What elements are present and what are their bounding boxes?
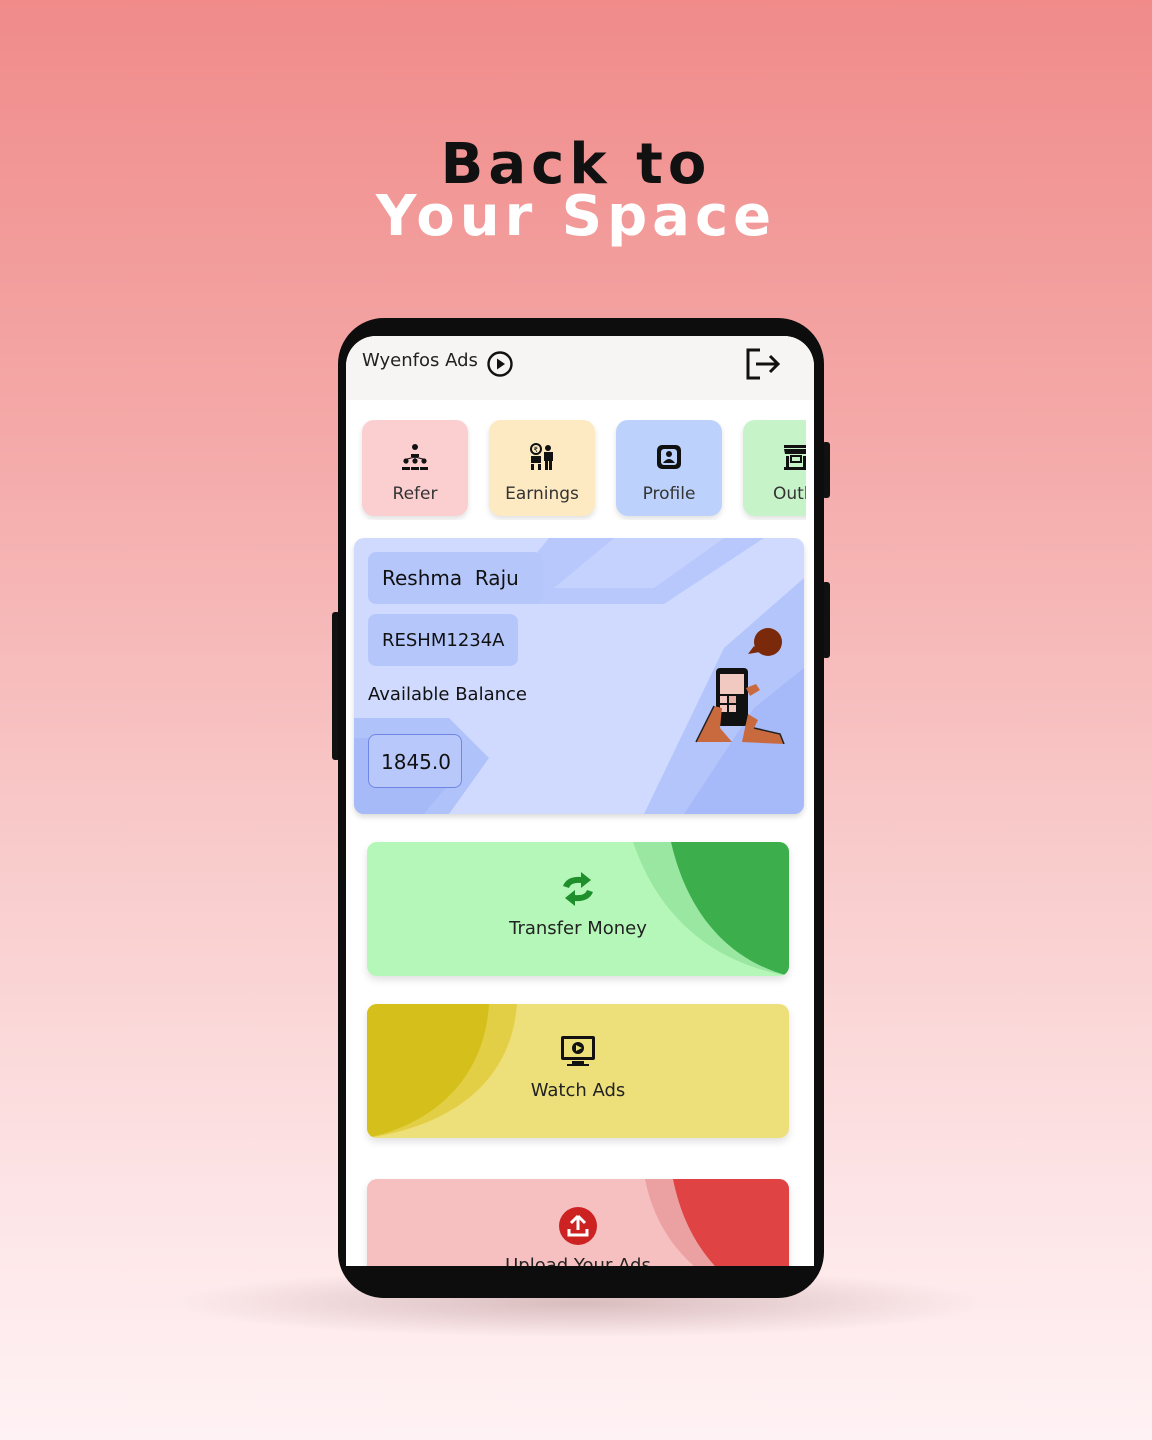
- monitor-play-icon: [561, 1036, 595, 1066]
- quick-action-profile[interactable]: Profile: [616, 420, 722, 516]
- user-name-chip: Reshma Raju: [368, 552, 542, 604]
- user-id: RESHM1234A: [382, 630, 505, 651]
- quick-action-label: Outle: [772, 484, 806, 504]
- balance-label: Available Balance: [368, 684, 527, 705]
- quick-action-refer[interactable]: Refer: [362, 420, 468, 516]
- upload-ads-card[interactable]: Upload Your Ads: [367, 1179, 789, 1266]
- app-screen: Wyenfos Ads Refer ₹ Earnings Profile Out…: [346, 336, 814, 1266]
- quick-actions-row: Refer ₹ Earnings Profile Out: [346, 420, 806, 520]
- quick-action-label: Refer: [392, 484, 438, 504]
- upload-ads-label: Upload Your Ads: [505, 1255, 651, 1266]
- quick-action-label: Profile: [642, 484, 696, 504]
- logout-icon[interactable]: [744, 346, 782, 382]
- quick-action-label: Earnings: [505, 484, 579, 504]
- play-circle-icon[interactable]: [486, 350, 514, 378]
- watch-ads-label: Watch Ads: [530, 1080, 626, 1101]
- user-name: Reshma Raju: [382, 566, 519, 590]
- upload-icon: [559, 1207, 597, 1245]
- balance-amount-chip: 1845.0: [368, 734, 462, 788]
- watch-ads-card[interactable]: Watch Ads: [367, 1004, 789, 1138]
- phone-frame: Wyenfos Ads Refer ₹ Earnings Profile Out…: [338, 318, 824, 1298]
- transfer-money-label: Transfer Money: [509, 918, 647, 939]
- transfer-arrows-icon: [563, 872, 593, 906]
- profile-icon: [657, 445, 681, 469]
- referral-network-icon: [402, 444, 428, 470]
- balance-card: Reshma Raju RESHM1234A Available Balance…: [354, 538, 804, 814]
- outlet-store-icon: [784, 445, 806, 470]
- balance-amount: 1845.0: [381, 750, 451, 774]
- earnings-icon: ₹: [530, 443, 553, 470]
- app-bar: Wyenfos Ads: [346, 336, 814, 400]
- user-id-chip: RESHM1234A: [368, 614, 518, 666]
- headline-line2: Your Space: [375, 184, 777, 249]
- svg-text:₹: ₹: [534, 446, 539, 454]
- transfer-money-card[interactable]: Transfer Money: [367, 842, 789, 976]
- app-title: Wyenfos Ads: [362, 350, 478, 371]
- quick-action-earnings[interactable]: ₹ Earnings: [489, 420, 595, 516]
- phone-in-hand-illustration: [695, 628, 785, 744]
- quick-action-outlet[interactable]: Outle: [743, 420, 806, 516]
